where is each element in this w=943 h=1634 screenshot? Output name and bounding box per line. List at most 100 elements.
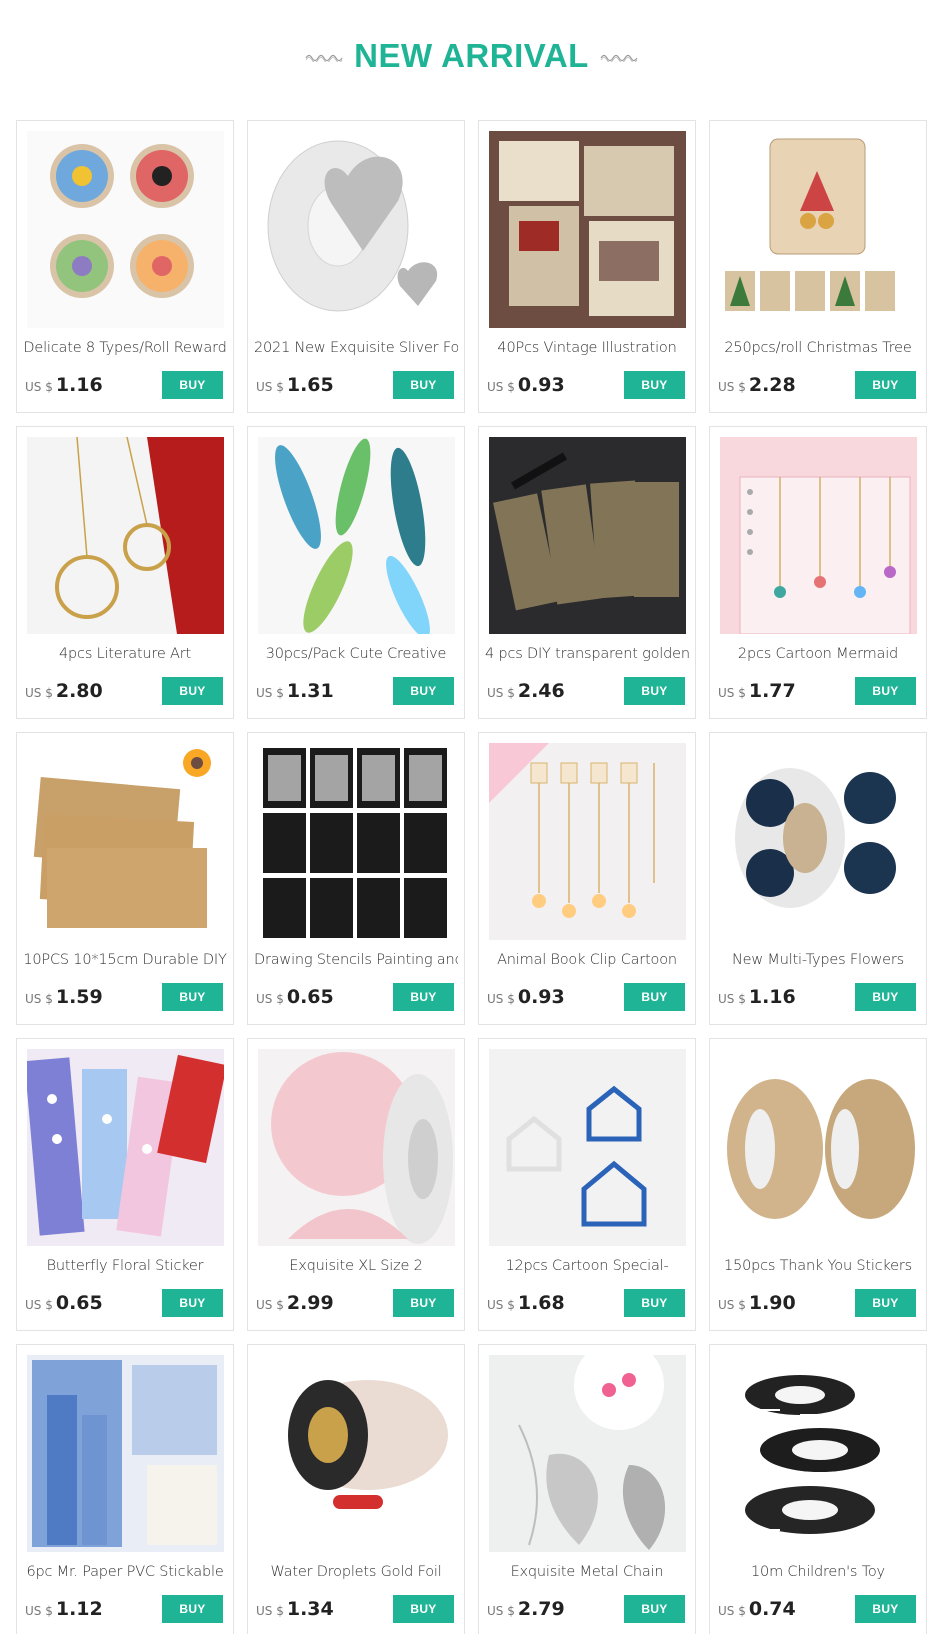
- road-tape-icon[interactable]: [720, 1355, 917, 1552]
- price-amount: 1.12: [55, 1598, 103, 1620]
- kraft-thank-you-tape-icon[interactable]: [720, 1049, 917, 1246]
- product-name[interactable]: 2021 New Exquisite Sliver Foil: [254, 340, 458, 360]
- buy-button[interactable]: BUY: [393, 983, 454, 1011]
- product-name[interactable]: Drawing Stencils Painting and: [254, 952, 458, 972]
- glitter-heart-roll-icon[interactable]: [258, 131, 455, 328]
- buy-button[interactable]: BUY: [624, 1595, 685, 1623]
- buy-button[interactable]: BUY: [162, 1289, 223, 1317]
- product-price: US $ 2.99: [256, 1292, 334, 1314]
- kraft-cards-icon[interactable]: [27, 743, 224, 940]
- buy-button[interactable]: BUY: [393, 1595, 454, 1623]
- product-card-6[interactable]: 30pcs/Pack Cute Creative US $ 1.31 BUY: [247, 426, 465, 719]
- product-price: US $ 1.68: [487, 1292, 565, 1314]
- product-card-16[interactable]: 150pcs Thank You Stickers US $ 1.90 BUY: [709, 1038, 927, 1331]
- product-price: US $ 2.28: [718, 374, 796, 396]
- product-card-18[interactable]: Water Droplets Gold Foil US $ 1.34 BUY: [247, 1344, 465, 1634]
- buy-button[interactable]: BUY: [162, 1595, 223, 1623]
- product-name[interactable]: New Multi-Types Flowers: [716, 952, 920, 972]
- product-card-14[interactable]: Exquisite XL Size 2 US $ 2.99 BUY: [247, 1038, 465, 1331]
- product-name[interactable]: Animal Book Clip Cartoon: [485, 952, 689, 972]
- product-card-9[interactable]: 10PCS 10*15cm Durable DIY US $ 1.59 BUY: [16, 732, 234, 1025]
- price-amount: 0.74: [748, 1598, 796, 1620]
- drawing-stencils-icon[interactable]: [258, 743, 455, 940]
- product-card-17[interactable]: 6pc Mr. Paper PVC Stickable US $ 1.12 BU…: [16, 1344, 234, 1634]
- product-name[interactable]: 4 pcs DIY transparent golden: [485, 646, 689, 666]
- mermaid-bookmark-icon[interactable]: [720, 437, 917, 634]
- currency-label: US $: [487, 1604, 515, 1618]
- buy-button[interactable]: BUY: [624, 983, 685, 1011]
- leaf-chain-bookmark-icon[interactable]: [489, 1355, 686, 1552]
- house-paper-clips-icon[interactable]: [489, 1049, 686, 1246]
- pink-thank-you-roll-icon[interactable]: [258, 1049, 455, 1246]
- feather-bookmarks-icon[interactable]: [258, 437, 455, 634]
- product-name[interactable]: 250pcs/roll Christmas Tree: [716, 340, 920, 360]
- product-name[interactable]: 40Pcs Vintage Illustration: [485, 340, 689, 360]
- product-name[interactable]: 12pcs Cartoon Special-: [485, 1258, 689, 1278]
- product-name[interactable]: Water Droplets Gold Foil: [254, 1564, 458, 1584]
- product-card-3[interactable]: 40Pcs Vintage Illustration US $ 0.93 BUY: [478, 120, 696, 413]
- product-card-5[interactable]: 4pcs Literature Art US $ 2.80 BUY: [16, 426, 234, 719]
- product-name[interactable]: Delicate 8 Types/Roll Reward: [23, 340, 227, 360]
- buy-button[interactable]: BUY: [624, 677, 685, 705]
- product-card-10[interactable]: Drawing Stencils Painting and US $ 0.65 …: [247, 732, 465, 1025]
- product-card-11[interactable]: Animal Book Clip Cartoon US $ 0.93 BUY: [478, 732, 696, 1025]
- product-card-13[interactable]: Butterfly Floral Sticker US $ 0.65 BUY: [16, 1038, 234, 1331]
- product-card-12[interactable]: New Multi-Types Flowers US $ 1.16 BUY: [709, 732, 927, 1025]
- price-row: US $ 2.80 BUY: [25, 677, 223, 705]
- product-card-20[interactable]: 10m Children's Toy US $ 0.74 BUY: [709, 1344, 927, 1634]
- product-price: US $ 1.77: [718, 680, 796, 702]
- product-name[interactable]: 10PCS 10*15cm Durable DIY: [23, 952, 227, 972]
- price-amount: 0.93: [517, 374, 565, 396]
- gold-foil-roll-icon[interactable]: [258, 1355, 455, 1552]
- buy-button[interactable]: BUY: [855, 1595, 916, 1623]
- product-card-2[interactable]: 2021 New Exquisite Sliver Foil US $ 1.65…: [247, 120, 465, 413]
- gold-bookmark-pendants-icon[interactable]: [27, 437, 224, 634]
- currency-label: US $: [25, 686, 53, 700]
- product-name[interactable]: Exquisite XL Size 2: [254, 1258, 458, 1278]
- buy-button[interactable]: BUY: [855, 677, 916, 705]
- product-card-15[interactable]: 12pcs Cartoon Special- US $ 1.68 BUY: [478, 1038, 696, 1331]
- currency-label: US $: [487, 380, 515, 394]
- buy-button[interactable]: BUY: [855, 983, 916, 1011]
- product-name[interactable]: Butterfly Floral Sticker: [23, 1258, 227, 1278]
- buy-button[interactable]: BUY: [624, 371, 685, 399]
- buy-button[interactable]: BUY: [162, 371, 223, 399]
- product-name[interactable]: Exquisite Metal Chain: [485, 1564, 689, 1584]
- product-price: US $ 2.79: [487, 1598, 565, 1620]
- price-amount: 1.16: [55, 374, 103, 396]
- thank-you-roll-icon[interactable]: [720, 743, 917, 940]
- buy-button[interactable]: BUY: [855, 371, 916, 399]
- product-card-4[interactable]: 250pcs/roll Christmas Tree US $ 2.28 BUY: [709, 120, 927, 413]
- animal-book-clips-icon[interactable]: [489, 743, 686, 940]
- floral-sticker-sheets-icon[interactable]: [27, 1049, 224, 1246]
- currency-label: US $: [718, 380, 746, 394]
- product-card-1[interactable]: Delicate 8 Types/Roll Reward US $ 1.16 B…: [16, 120, 234, 413]
- product-name[interactable]: 30pcs/Pack Cute Creative: [254, 646, 458, 666]
- buy-button[interactable]: BUY: [393, 371, 454, 399]
- buy-button[interactable]: BUY: [624, 1289, 685, 1317]
- product-name[interactable]: 6pc Mr. Paper PVC Stickable: [23, 1564, 227, 1584]
- currency-label: US $: [25, 1298, 53, 1312]
- blue-sky-pvc-icon[interactable]: [27, 1355, 224, 1552]
- price-row: US $ 2.46 BUY: [487, 677, 685, 705]
- buy-button[interactable]: BUY: [855, 1289, 916, 1317]
- product-name[interactable]: 150pcs Thank You Stickers: [716, 1258, 920, 1278]
- price-amount: 2.99: [286, 1292, 334, 1314]
- currency-label: US $: [256, 1604, 284, 1618]
- product-price: US $ 0.65: [25, 1292, 103, 1314]
- vintage-papers-icon[interactable]: [489, 131, 686, 328]
- product-name[interactable]: 4pcs Literature Art: [23, 646, 227, 666]
- buy-button[interactable]: BUY: [393, 677, 454, 705]
- product-card-7[interactable]: 4 pcs DIY transparent golden US $ 2.46 B…: [478, 426, 696, 719]
- product-card-19[interactable]: Exquisite Metal Chain US $ 2.79 BUY: [478, 1344, 696, 1634]
- gold-text-stickers-icon[interactable]: [489, 437, 686, 634]
- buy-button[interactable]: BUY: [162, 677, 223, 705]
- product-card-8[interactable]: 2pcs Cartoon Mermaid US $ 1.77 BUY: [709, 426, 927, 719]
- product-name[interactable]: 2pcs Cartoon Mermaid: [716, 646, 920, 666]
- buy-button[interactable]: BUY: [393, 1289, 454, 1317]
- product-name[interactable]: 10m Children's Toy: [716, 1564, 920, 1584]
- christmas-sticker-roll-icon[interactable]: [720, 131, 917, 328]
- buy-button[interactable]: BUY: [162, 983, 223, 1011]
- product-price: US $ 0.65: [256, 986, 334, 1008]
- sticker-rolls-icon[interactable]: [27, 131, 224, 328]
